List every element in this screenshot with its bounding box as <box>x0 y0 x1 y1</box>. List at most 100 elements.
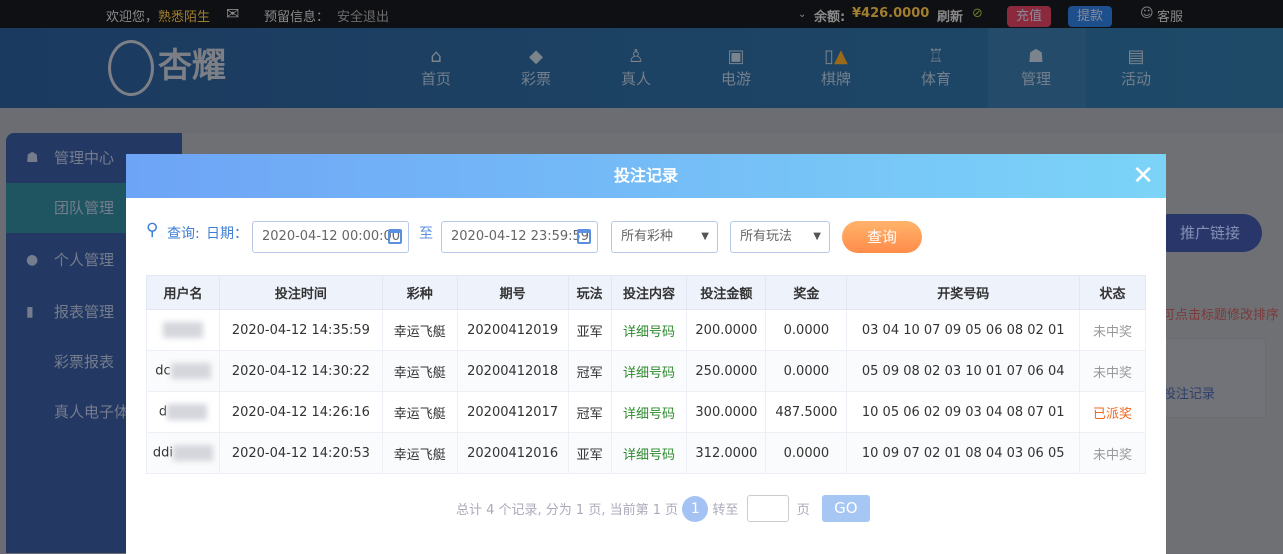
cell-amount: 250.0000 <box>686 350 767 392</box>
play-type-select[interactable]: 所有玩法 ▼ <box>730 221 830 253</box>
cell-lottery: 幸运飞艇 <box>381 309 458 351</box>
calendar-icon <box>577 229 591 244</box>
cell-amount: 200.0000 <box>686 309 767 351</box>
search-icon: ⚲ <box>146 220 159 240</box>
cell-play: 冠军 <box>567 350 612 392</box>
cell-detail-link[interactable]: 详细号码 <box>610 432 688 474</box>
cell-amount: 312.0000 <box>686 432 767 474</box>
goto-label: 转至 <box>712 503 739 518</box>
lottery-icon: ◆ <box>529 46 543 67</box>
cell-prize: 0.0000 <box>765 350 848 392</box>
logout-link[interactable]: 安全退出 <box>337 6 389 25</box>
cell-status: 未中奖 <box>1079 432 1146 474</box>
lottery-type-select[interactable]: 所有彩种 ▼ <box>611 221 718 253</box>
nav-manage[interactable]: ☗ 管理 <box>1001 46 1071 89</box>
users-icon: ☗ <box>26 150 39 166</box>
table-header-row: 用户名 投注时间 彩种 期号 玩法 投注内容 投注金额 奖金 开奖号码 状态 <box>146 275 1146 310</box>
cell-draw-numbers: 10 09 07 02 01 08 04 03 06 05 <box>846 432 1081 474</box>
nav-sports[interactable]: ♖ 体育 <box>901 46 971 89</box>
page-label: 页 <box>796 503 810 518</box>
cell-period: 20200412018 <box>456 350 569 392</box>
cell-draw-numbers: 03 04 10 07 09 05 06 08 02 01 <box>846 309 1081 351</box>
username[interactable]: 熟悉陌生 <box>158 10 210 25</box>
refresh-button[interactable]: 刷新 <box>937 6 963 25</box>
cell-period: 20200412017 <box>456 391 569 433</box>
cell-amount: 300.0000 <box>686 391 767 433</box>
deposit-button[interactable]: 充值 <box>1007 6 1052 27</box>
cell-detail-link[interactable]: 详细号码 <box>610 350 688 392</box>
live-icon: ♙ <box>627 46 645 67</box>
cell-username: d <box>146 391 220 433</box>
chevron-down-icon[interactable]: ⌄ <box>798 9 806 20</box>
table-row: ddi 2020-04-12 14:20:53 幸运飞艇 20200412016 亚军详… <box>146 432 1146 474</box>
cell-play: 亚军 <box>567 309 612 351</box>
mail-icon[interactable]: ✉ <box>226 4 239 23</box>
cell-username: ddi <box>146 432 220 474</box>
cell-time: 2020-04-12 14:26:16 <box>218 391 383 433</box>
slot-icon: ▣ <box>727 46 745 67</box>
cell-period: 20200412016 <box>456 432 569 474</box>
gift-icon: ▤ <box>1127 46 1145 67</box>
page-1-button[interactable]: 1 <box>682 495 709 522</box>
promo-link-button[interactable]: 推广链接 <box>1150 214 1262 252</box>
blurred-username <box>170 363 211 379</box>
cell-prize: 487.5000 <box>765 391 848 433</box>
home-icon: ⌂ <box>430 46 442 67</box>
modal-title: 投注记录 <box>613 166 678 185</box>
blurred-username <box>167 404 208 420</box>
withdraw-button[interactable]: 提款 <box>1068 6 1113 27</box>
cell-draw-numbers: 05 09 08 02 03 10 01 07 06 04 <box>846 350 1081 392</box>
cell-detail-link[interactable]: 详细号码 <box>610 391 688 433</box>
bet-record-modal: 投注记录 ✕ ⚲ 查询: 日期： 2020-04-12 00:00:00 至 20… <box>126 154 1166 554</box>
cell-status: 未中奖 <box>1079 309 1146 351</box>
nav-slots[interactable]: ▣ 电游 <box>701 46 771 89</box>
cell-lottery: 幸运飞艇 <box>381 350 458 392</box>
nav-activity[interactable]: ▤ 活动 <box>1101 46 1171 89</box>
cell-detail-link[interactable]: 详细号码 <box>610 309 688 351</box>
to-label: 至 <box>419 226 433 242</box>
query-label: 查询: <box>167 226 200 242</box>
dropdown-arrow-icon: ▼ <box>813 231 821 242</box>
modal-header: 投注记录 ✕ <box>126 154 1166 198</box>
bet-record-link[interactable]: 投注记录 <box>1163 383 1215 402</box>
table-row: d 2020-04-12 14:26:16 幸运飞艇 20200412017 冠军 详细号… <box>146 391 1146 433</box>
cell-time: 2020-04-12 14:30:22 <box>218 350 383 392</box>
cell-lottery: 幸运飞艇 <box>381 391 458 433</box>
fire-icon: ▲ <box>834 46 848 67</box>
user-icon: ● <box>26 252 39 268</box>
balance-value: ¥426.0000 <box>852 6 930 21</box>
logo[interactable]: 杏耀 <box>108 38 226 96</box>
cell-play: 冠军 <box>567 391 612 433</box>
blurred-username <box>173 445 214 461</box>
blurred-username <box>162 322 203 338</box>
start-date-input[interactable]: 2020-04-12 00:00:00 <box>252 221 409 253</box>
cell-username <box>146 309 220 351</box>
nav-lottery[interactable]: ◆ 彩票 <box>501 46 571 89</box>
query-button[interactable]: 查询 <box>842 221 922 253</box>
welcome-text: 欢迎您，熟悉陌生 <box>106 10 211 25</box>
close-icon[interactable]: ✕ <box>1132 154 1154 198</box>
end-date-input[interactable]: 2020-04-12 23:59:59 <box>441 221 598 253</box>
cell-status: 未中奖 <box>1079 350 1146 392</box>
top-bar: 欢迎您，熟悉陌生 ✉ 预留信息： 安全退出 ⌄ 余额: ¥426.0000 刷新… <box>0 0 1283 28</box>
page-input[interactable] <box>746 495 789 522</box>
cell-draw-numbers: 10 05 06 02 09 03 04 08 07 01 <box>846 391 1081 433</box>
report-icon: ▮ <box>26 304 34 320</box>
calendar-icon <box>388 229 402 244</box>
nav-home[interactable]: ⌂ 首页 <box>401 46 471 89</box>
balance-label: 余额: <box>814 10 846 25</box>
cards-icon: ▯▲ <box>824 46 848 67</box>
cell-play: 亚军 <box>567 432 612 474</box>
nav-cards[interactable]: ▯▲ 棋牌 <box>801 46 871 89</box>
cell-time: 2020-04-12 14:20:53 <box>218 432 383 474</box>
customer-service-link[interactable]: 客服 <box>1157 6 1183 25</box>
cell-period: 20200412019 <box>456 309 569 351</box>
cell-prize: 0.0000 <box>765 309 848 351</box>
cell-lottery: 幸运飞艇 <box>381 432 458 474</box>
bet-record-table: 用户名 投注时间 彩种 期号 玩法 投注内容 投注金额 奖金 开奖号码 状态 2020-04-12… <box>146 275 1146 474</box>
eye-off-icon[interactable]: ⊘ <box>972 6 983 21</box>
go-button[interactable]: GO <box>821 495 870 522</box>
chat-icon: ☺ <box>1140 6 1154 21</box>
trophy-icon: ♖ <box>927 46 945 67</box>
nav-live[interactable]: ♙ 真人 <box>601 46 671 89</box>
